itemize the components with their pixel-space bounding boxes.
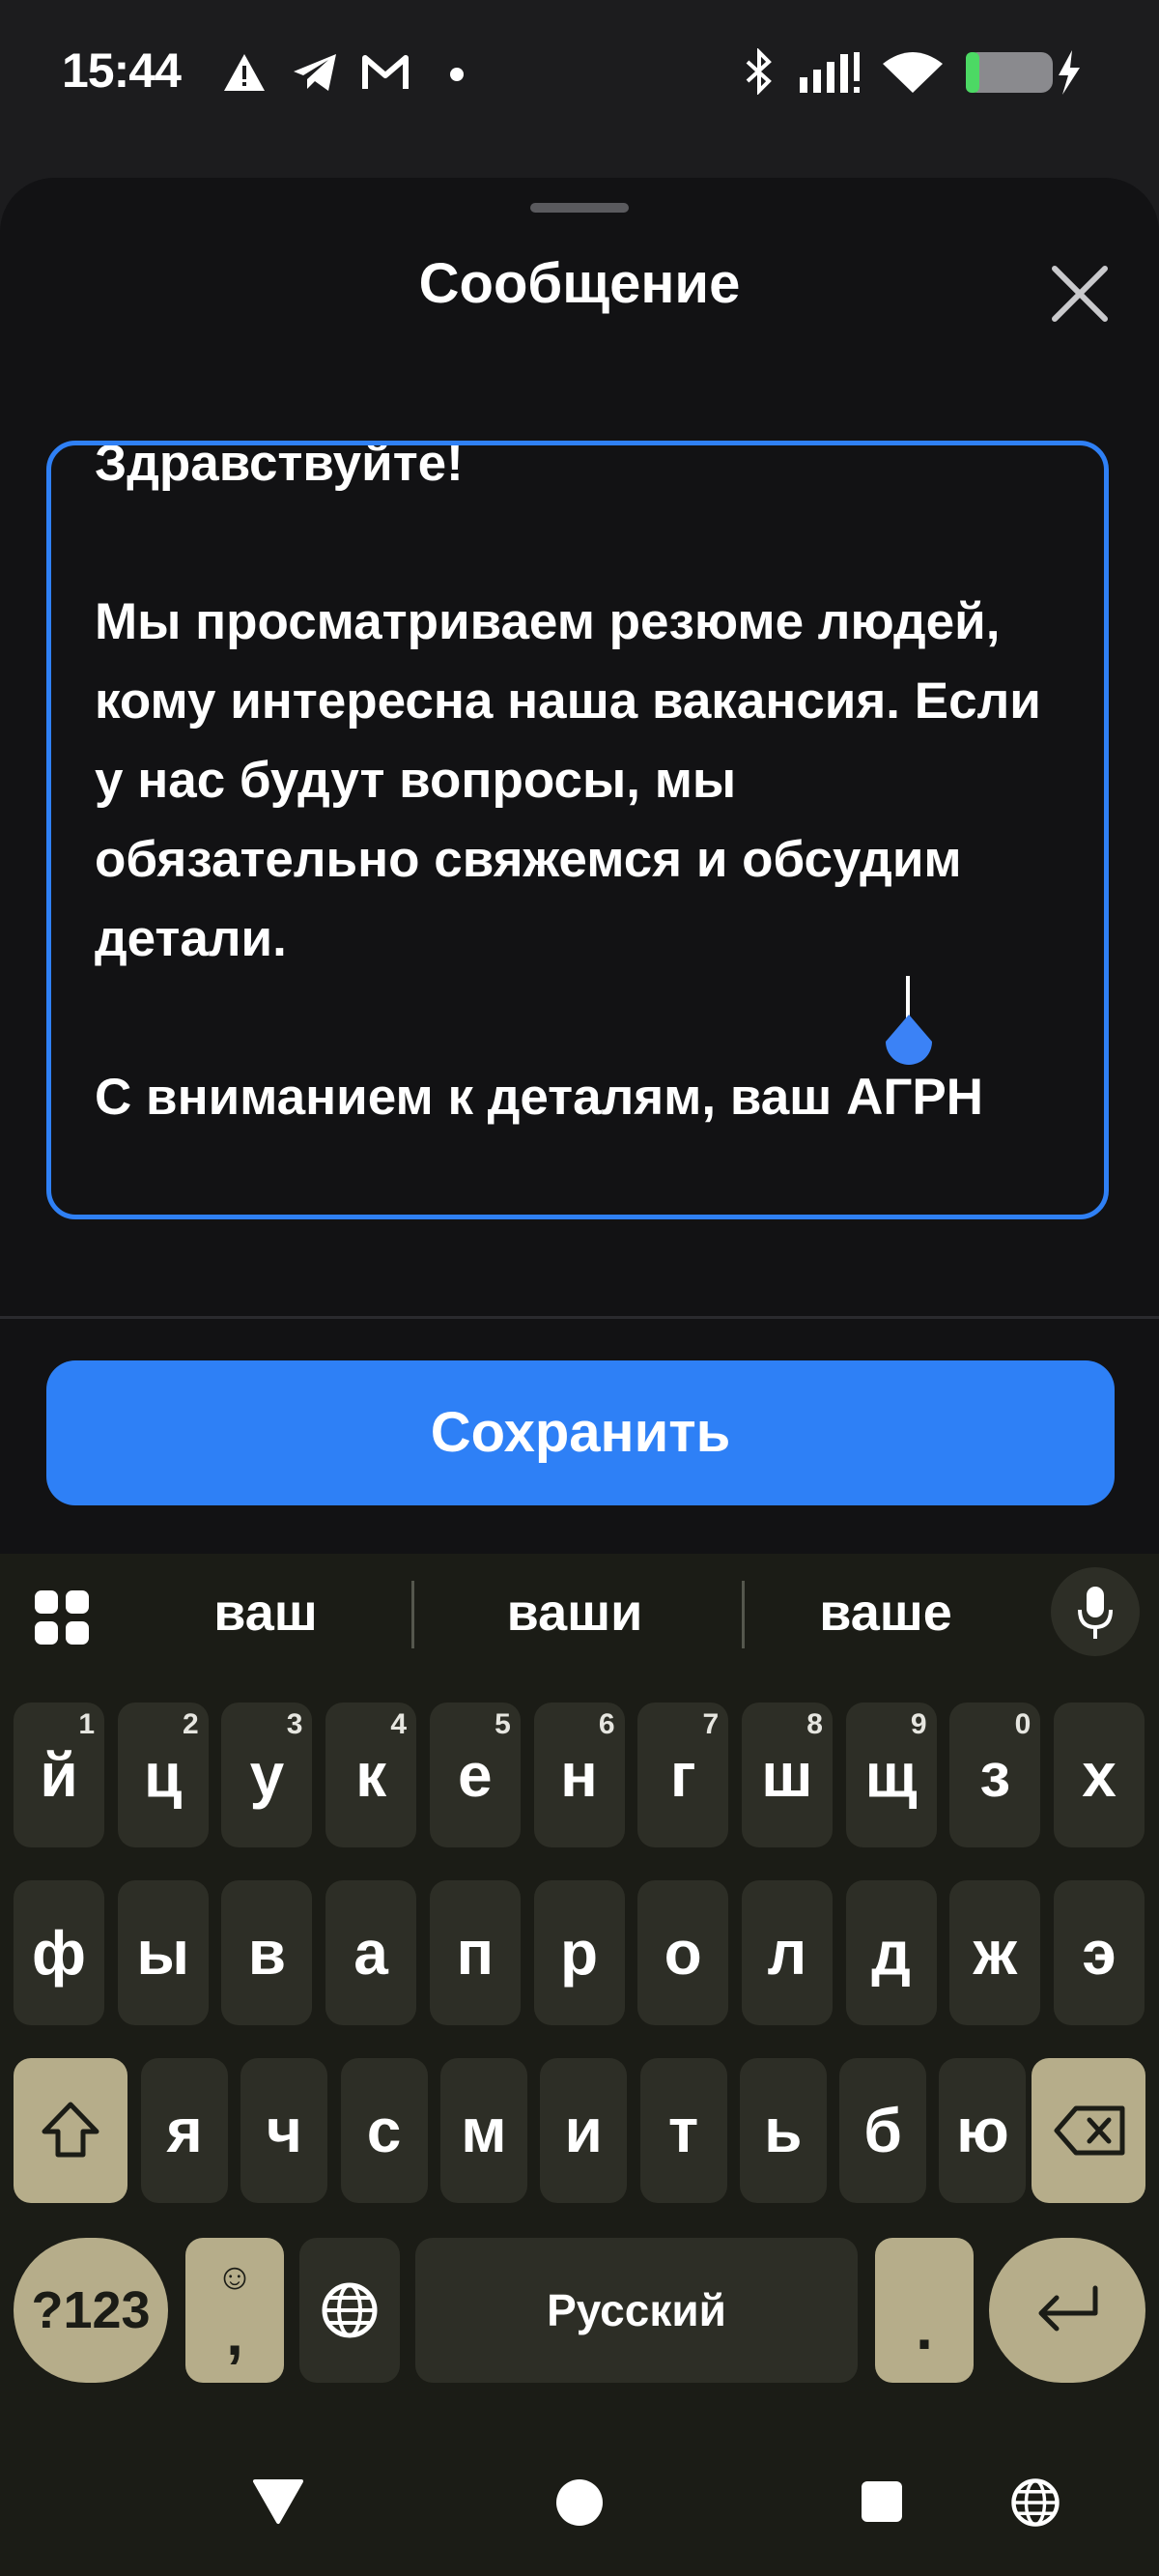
key-0[interactable]: ф: [14, 1880, 104, 2025]
key-5[interactable]: т: [639, 2058, 727, 2203]
suggestion-bar: ваш ваши ваше: [0, 1554, 1159, 1679]
message-textarea[interactable]: Здравствуйте! Мы просматриваем резюме лю…: [46, 441, 1109, 1219]
enter-key[interactable]: [989, 2238, 1145, 2383]
space-key[interactable]: Русский: [415, 2238, 858, 2383]
cursor-handle[interactable]: [882, 1015, 936, 1069]
key-3[interactable]: к4: [325, 1703, 417, 1847]
suggestion-divider: [411, 1581, 414, 1648]
key-7[interactable]: л: [741, 1880, 833, 2025]
keyboard: ваш ваши ваше й1ц2у3к4е5н6г7ш8щ9з0х фыва…: [0, 1554, 1159, 2576]
mic-button[interactable]: [1051, 1567, 1140, 1656]
key-7[interactable]: б: [839, 2058, 927, 2203]
key-10[interactable]: х: [1054, 1703, 1145, 1847]
key-3[interactable]: м: [439, 2058, 527, 2203]
key-2[interactable]: в: [221, 1880, 313, 2025]
suggestion-1[interactable]: ваш: [155, 1583, 377, 1643]
key-6[interactable]: о: [637, 1880, 729, 2025]
drag-handle[interactable]: [530, 203, 629, 213]
symbols-key[interactable]: ?123: [14, 2238, 168, 2383]
telegram-icon: [294, 54, 336, 91]
key-2[interactable]: с: [340, 2058, 428, 2203]
divider: [0, 1316, 1159, 1319]
globe-icon: [322, 2282, 378, 2338]
key-0[interactable]: й1: [14, 1703, 104, 1847]
apps-grid-icon[interactable]: [33, 1589, 91, 1646]
suggestion-divider: [742, 1581, 745, 1648]
key-6[interactable]: г7: [637, 1703, 729, 1847]
status-bar: 15:44: [0, 0, 1159, 145]
shift-key[interactable]: [14, 2058, 127, 2203]
key-6[interactable]: ь: [739, 2058, 827, 2203]
navigation-bar: [0, 2435, 1159, 2576]
key-2[interactable]: у3: [221, 1703, 313, 1847]
bluetooth-icon: [746, 48, 772, 95]
message-sheet: Сообщение Здравствуйте! Мы просматриваем…: [0, 178, 1159, 1554]
gmail-icon: [362, 55, 409, 89]
signal-icon: [800, 52, 860, 93]
key-7[interactable]: ш8: [741, 1703, 833, 1847]
key-8[interactable]: д: [845, 1880, 937, 2025]
battery-icon: [966, 50, 1080, 95]
key-4[interactable]: е5: [429, 1703, 521, 1847]
sheet-title: Сообщение: [418, 252, 741, 315]
period-key[interactable]: .: [875, 2238, 974, 2383]
key-8[interactable]: щ9: [845, 1703, 937, 1847]
close-icon[interactable]: [1043, 257, 1117, 330]
keyboard-language-icon[interactable]: [1010, 2477, 1060, 2528]
key-1[interactable]: ч: [240, 2058, 328, 2203]
key-0[interactable]: я: [141, 2058, 228, 2203]
key-9[interactable]: ж: [949, 1880, 1041, 2025]
enter-icon: [1038, 2285, 1098, 2332]
backspace-icon: [1054, 2105, 1125, 2156]
suggestion-2[interactable]: ваши: [464, 1583, 686, 1643]
key-9[interactable]: з0: [949, 1703, 1041, 1847]
key-3[interactable]: а: [325, 1880, 417, 2025]
recents-nav-icon[interactable]: [860, 2479, 904, 2524]
backspace-key[interactable]: [1032, 2058, 1145, 2203]
key-1[interactable]: ы: [117, 1880, 209, 2025]
key-1[interactable]: ц2: [117, 1703, 209, 1847]
key-10[interactable]: э: [1054, 1880, 1145, 2025]
shift-icon: [42, 2102, 99, 2158]
suggestion-3[interactable]: ваше: [775, 1583, 997, 1643]
mic-icon: [1078, 1587, 1113, 1639]
wifi-icon: [883, 52, 943, 93]
key-8[interactable]: ю: [939, 2058, 1027, 2203]
key-5[interactable]: р: [533, 1880, 625, 2025]
language-key[interactable]: [299, 2238, 400, 2383]
warning-icon: [224, 54, 265, 91]
dot-icon: [450, 68, 464, 81]
emoji-icon: ☺: [215, 2257, 254, 2298]
key-5[interactable]: н6: [533, 1703, 625, 1847]
save-button[interactable]: Сохранить: [46, 1360, 1115, 1505]
status-time: 15:44: [62, 43, 182, 98]
back-nav-icon[interactable]: [251, 2477, 305, 2526]
home-nav-icon[interactable]: [554, 2477, 605, 2528]
emoji-comma-key[interactable]: ☺ ,: [185, 2238, 284, 2383]
key-4[interactable]: п: [429, 1880, 521, 2025]
key-4[interactable]: и: [540, 2058, 628, 2203]
